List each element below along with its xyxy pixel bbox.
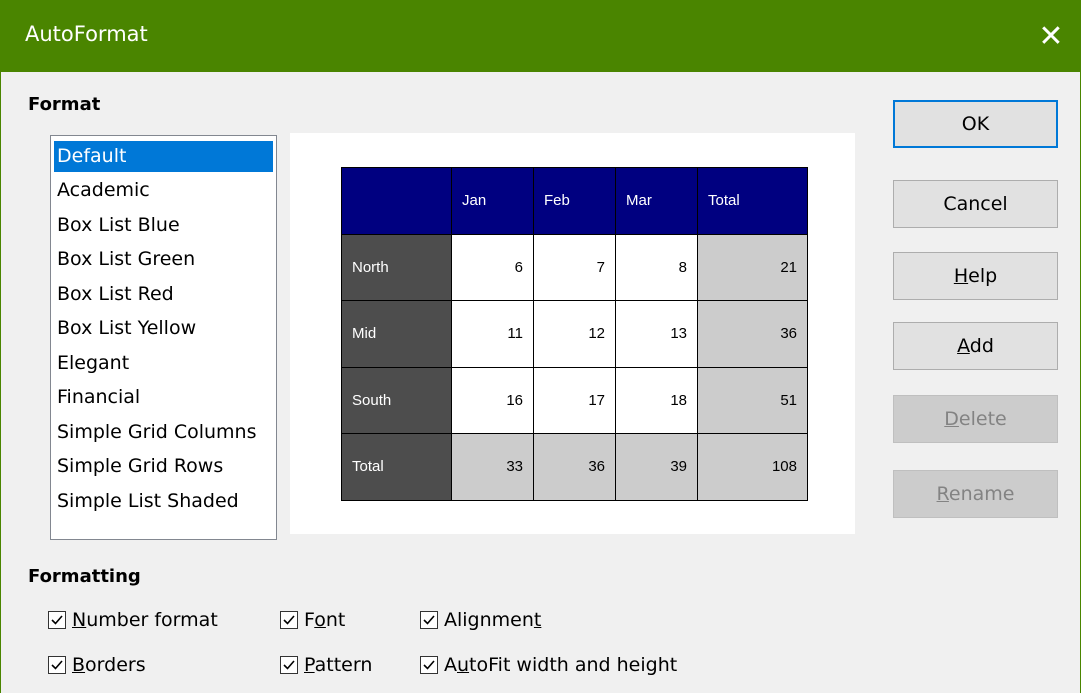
format-listbox[interactable]: Default Academic Box List Blue Box List … <box>50 135 277 540</box>
alignment-checkbox[interactable]: Alignment <box>420 609 541 631</box>
ok-button-label: OK <box>961 113 990 135</box>
rename-button[interactable]: Rename <box>893 470 1058 518</box>
list-item[interactable]: Simple Grid Rows <box>54 451 273 486</box>
table-cell: 16 <box>451 366 534 434</box>
list-item[interactable]: Default <box>54 141 273 172</box>
checkbox-label: Pattern <box>304 654 373 676</box>
format-label: Format <box>28 94 101 115</box>
table-cell: 12 <box>533 300 616 368</box>
column-header: Total <box>697 167 808 235</box>
table-cell: 18 <box>615 366 698 434</box>
font-checkbox[interactable]: Font <box>280 609 345 631</box>
row-header: North <box>341 233 452 301</box>
table-cell: 8 <box>615 233 698 301</box>
table-row: North 6 7 8 21 <box>341 233 808 301</box>
borders-checkbox[interactable]: Borders <box>48 654 146 676</box>
row-header: South <box>341 366 452 434</box>
table-row: Mid 11 12 13 36 <box>341 300 808 368</box>
list-item[interactable]: Financial <box>54 382 273 417</box>
table-row: South 16 17 18 51 <box>341 366 808 434</box>
add-button-label: Add <box>957 335 994 357</box>
checkbox-label: Borders <box>72 654 146 676</box>
format-preview: Jan Feb Mar Total North 6 7 8 21 Mid 11 … <box>290 133 855 534</box>
formatting-label: Formatting <box>28 566 141 587</box>
list-item[interactable]: Elegant <box>54 348 273 383</box>
corner-cell <box>341 167 452 235</box>
total-cell: 108 <box>697 433 808 501</box>
checkbox-checked-icon <box>48 611 66 629</box>
preview-table: Jan Feb Mar Total North 6 7 8 21 Mid 11 … <box>341 167 808 501</box>
checkbox-checked-icon <box>420 656 438 674</box>
window-title: AutoFormat <box>25 22 148 46</box>
table-row: Total 33 36 39 108 <box>341 433 808 501</box>
autofit-checkbox[interactable]: AutoFit width and height <box>420 654 677 676</box>
checkbox-label: Alignment <box>444 609 542 631</box>
table-cell: 11 <box>451 300 534 368</box>
table-cell: 7 <box>533 233 616 301</box>
list-item[interactable]: Box List Red <box>54 279 273 314</box>
cancel-button-label: Cancel <box>943 193 1008 215</box>
column-header: Feb <box>533 167 616 235</box>
delete-button[interactable]: Delete <box>893 395 1058 443</box>
number-format-checkbox[interactable]: Number format <box>48 609 218 631</box>
checkbox-checked-icon <box>280 656 298 674</box>
pattern-checkbox[interactable]: Pattern <box>280 654 372 676</box>
row-header: Mid <box>341 300 452 368</box>
close-icon: ✕ <box>1038 18 1064 54</box>
table-cell: 6 <box>451 233 534 301</box>
list-item[interactable]: Simple Grid Columns <box>54 417 273 452</box>
checkbox-label: AutoFit width and height <box>444 654 678 676</box>
table-cell: 13 <box>615 300 698 368</box>
table-cell: 17 <box>533 366 616 434</box>
cancel-button[interactable]: Cancel <box>893 180 1058 228</box>
total-cell: 39 <box>615 433 698 501</box>
delete-button-label: Delete <box>944 408 1007 430</box>
list-item[interactable]: Academic <box>54 175 273 210</box>
row-header: Total <box>341 433 452 501</box>
checkbox-label: Number format <box>72 609 218 631</box>
rename-button-label: Rename <box>936 483 1015 505</box>
checkbox-checked-icon <box>420 611 438 629</box>
help-button[interactable]: Help <box>893 252 1058 300</box>
column-header: Jan <box>451 167 534 235</box>
list-item[interactable]: Simple List Shaded <box>54 486 273 521</box>
list-item[interactable]: Box List Blue <box>54 210 273 245</box>
list-item[interactable]: Box List Yellow <box>54 313 273 348</box>
total-cell: 51 <box>697 366 808 434</box>
checkbox-label: Font <box>304 609 346 631</box>
help-button-label: Help <box>953 265 998 287</box>
title-bar: AutoFormat ✕ <box>0 0 1081 72</box>
list-item[interactable]: Box List Green <box>54 244 273 279</box>
checkbox-checked-icon <box>48 656 66 674</box>
total-cell: 21 <box>697 233 808 301</box>
total-cell: 33 <box>451 433 534 501</box>
table-row: Jan Feb Mar Total <box>341 167 808 235</box>
close-button[interactable]: ✕ <box>1021 0 1081 72</box>
checkbox-checked-icon <box>280 611 298 629</box>
add-button[interactable]: Add <box>893 322 1058 370</box>
ok-button[interactable]: OK <box>893 100 1058 148</box>
total-cell: 36 <box>533 433 616 501</box>
column-header: Mar <box>615 167 698 235</box>
total-cell: 36 <box>697 300 808 368</box>
